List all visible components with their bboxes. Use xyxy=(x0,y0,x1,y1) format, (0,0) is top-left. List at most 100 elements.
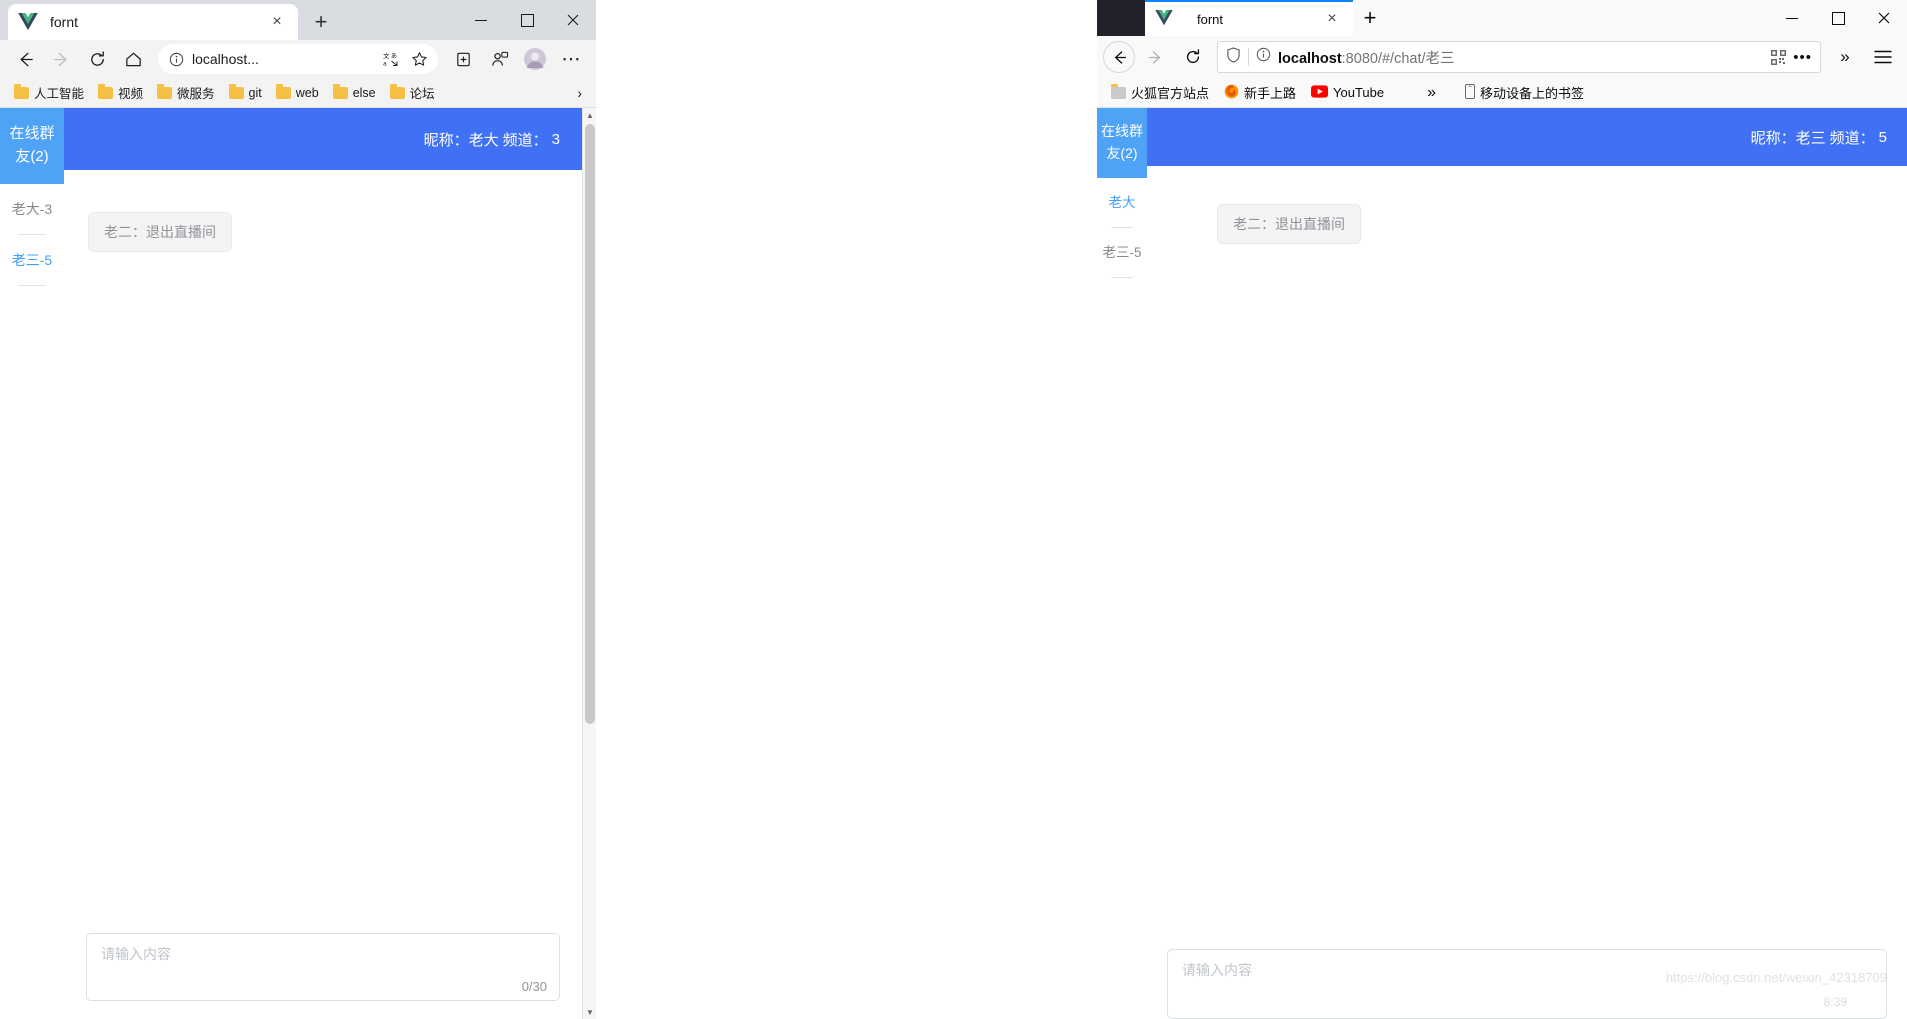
bookmark-label: 新手上路 xyxy=(1244,86,1297,101)
bookmark-item[interactable]: git xyxy=(223,83,268,102)
close-window-button[interactable] xyxy=(550,0,596,40)
bookmark-item[interactable]: web xyxy=(270,83,325,102)
more-options-icon[interactable]: ⋯ xyxy=(554,44,588,74)
chat-header: 昵称：老三 频道： 5 xyxy=(1147,108,1907,166)
bookmark-item[interactable]: else xyxy=(327,83,382,102)
shield-icon[interactable] xyxy=(1226,46,1241,68)
folder-icon xyxy=(157,83,173,99)
vue-logo-icon xyxy=(18,13,38,31)
bookmark-item[interactable]: 人工智能 xyxy=(8,81,90,104)
folder-icon xyxy=(332,83,348,99)
bookmark-item[interactable]: 论坛 xyxy=(384,81,441,104)
chat-message-bubble: 老二：退出直播间 xyxy=(88,212,232,252)
scroll-down-icon[interactable]: ▼ xyxy=(583,1005,596,1019)
header-nickname: 昵称：老大 xyxy=(423,131,499,149)
translate-icon[interactable]: 文あa xyxy=(380,44,402,74)
edge-bookmarks-bar: 人工智能 视频 微服务 git web else 论坛 › xyxy=(0,78,596,108)
header-channel-value: 3 xyxy=(551,130,560,148)
bookmark-label: 微服务 xyxy=(177,87,215,101)
avatar-icon[interactable] xyxy=(518,44,552,74)
firefox-url-bar[interactable]: localhost:8080/#/chat/老三 ••• xyxy=(1217,41,1821,73)
bookmark-item-getting-started[interactable]: 新手上路 xyxy=(1218,81,1302,104)
bookmark-item-firefox-home[interactable]: 火狐官方站点 xyxy=(1105,81,1215,104)
folder-icon xyxy=(389,83,405,99)
firefox-window-controls xyxy=(1769,0,1907,36)
sidebar-item-user-1[interactable]: 老三-5 xyxy=(1097,228,1147,277)
firefox-tab-title: fornt xyxy=(1197,11,1224,27)
scrollbar-thumb[interactable] xyxy=(585,124,595,724)
forward-icon[interactable] xyxy=(1137,40,1173,74)
bookmark-item-mobile[interactable]: 移动设备上的书签 xyxy=(1459,81,1590,104)
chat-message-list: 老二：退出直播间 xyxy=(64,170,582,933)
site-info-icon[interactable] xyxy=(166,44,186,74)
collections-icon[interactable] xyxy=(446,44,480,74)
tab-close-icon[interactable]: × xyxy=(266,11,288,33)
bookmark-label: YouTube xyxy=(1333,85,1385,100)
chat-app-right: 在线群友(2) 老大 老三-5 昵称：老三 频道： 5 老二：退出直播间 请输入… xyxy=(1097,108,1907,1019)
bookmark-label: 人工智能 xyxy=(34,87,85,101)
site-info-icon[interactable] xyxy=(1256,47,1271,67)
bookmark-label: 移动设备上的书签 xyxy=(1480,86,1585,101)
bookmark-item-youtube[interactable]: YouTube xyxy=(1305,83,1390,103)
edge-tab[interactable]: fornt × xyxy=(8,4,298,40)
sidebar-item-user-0[interactable]: 老大-3 xyxy=(0,184,64,234)
folder-icon xyxy=(14,83,29,99)
titlebar-nav-spacer xyxy=(1097,0,1145,36)
csdn-watermark: https://blog.csdn.net/weixin_42318709 xyxy=(1665,970,1887,985)
refresh-icon[interactable] xyxy=(80,44,114,74)
watermark-time: 8:39 xyxy=(1823,995,1847,1009)
sidebar-item-user-0[interactable]: 老大 xyxy=(1097,178,1147,227)
folder-icon xyxy=(98,83,114,99)
sidebar-divider xyxy=(18,285,46,286)
chat-input-wrapper[interactable]: 请输入内容 0/30 xyxy=(86,933,560,1001)
url-host: localhost xyxy=(1278,50,1342,67)
maximize-button[interactable] xyxy=(1815,0,1861,36)
chat-main-left: 昵称：老大 频道： 3 老二：退出直播间 请输入内容 0/30 xyxy=(64,108,582,1019)
edge-page-viewport: 在线群友(2) 老大-3 老三-5 昵称：老大 频道： 3 老二：退出直播间 请… xyxy=(0,108,596,1019)
chat-main-right: 昵称：老三 频道： 5 老二：退出直播间 请输入内容 xyxy=(1147,108,1907,1019)
chat-input-placeholder: 请输入内容 xyxy=(101,946,171,962)
url-separator xyxy=(1248,48,1249,66)
back-icon[interactable] xyxy=(8,44,42,74)
toolbar-overflow-icon[interactable]: » xyxy=(1827,40,1863,74)
page-scrollbar[interactable]: ▲ ▼ xyxy=(582,108,596,1019)
sidebar-divider xyxy=(1111,277,1133,278)
char-counter: 0/30 xyxy=(521,979,547,994)
chat-message-row: 老二：退出直播间 xyxy=(1147,204,1907,244)
forward-icon[interactable] xyxy=(44,44,78,74)
bookmarks-overflow-icon[interactable]: › xyxy=(571,83,588,103)
edge-url-bar[interactable]: localhost... 文あa xyxy=(158,44,438,74)
bookmark-item[interactable]: 微服务 xyxy=(151,81,221,104)
qr-code-icon[interactable] xyxy=(1771,49,1787,65)
tab-close-icon[interactable]: × xyxy=(1321,8,1343,30)
chat-message-bubble: 老二：退出直播间 xyxy=(1217,204,1361,244)
page-actions-icon[interactable]: ••• xyxy=(1793,49,1812,66)
minimize-button[interactable] xyxy=(458,0,504,40)
firefox-tab[interactable]: fornt × xyxy=(1145,0,1353,36)
sidebar-item-user-1[interactable]: 老三-5 xyxy=(0,235,64,285)
chat-input-area: 请输入内容 0/30 xyxy=(64,933,582,1019)
bookmark-label: else xyxy=(352,85,376,100)
refresh-icon[interactable] xyxy=(1175,40,1211,74)
firefox-bookmarks-bar: 火狐官方站点 新手上路 YouTube » 移动设备上的书签 xyxy=(1097,78,1907,108)
bookmarks-overflow-icon[interactable]: » xyxy=(1421,82,1442,104)
scroll-up-icon[interactable]: ▲ xyxy=(583,108,596,122)
svg-text:文: 文 xyxy=(383,51,390,60)
folder-icon xyxy=(1111,83,1126,99)
firefox-icon xyxy=(1224,84,1239,102)
sidebar-title: 在线群友(2) xyxy=(1097,108,1147,178)
hamburger-menu-icon[interactable] xyxy=(1865,40,1901,74)
bookmark-item[interactable]: 视频 xyxy=(92,81,149,104)
header-channel-label: 频道： xyxy=(502,131,548,149)
new-tab-button[interactable]: + xyxy=(1353,2,1387,36)
profile-icon[interactable] xyxy=(482,44,516,74)
home-icon[interactable] xyxy=(116,44,150,74)
close-window-button[interactable] xyxy=(1861,0,1907,36)
header-nickname: 昵称：老三 xyxy=(1750,129,1826,147)
new-tab-button[interactable]: + xyxy=(304,6,338,40)
favorite-star-icon[interactable] xyxy=(408,44,430,74)
minimize-button[interactable] xyxy=(1769,0,1815,36)
chat-message-row: 老二：退出直播间 xyxy=(64,212,582,252)
maximize-button[interactable] xyxy=(504,0,550,40)
back-icon[interactable] xyxy=(1103,41,1135,73)
